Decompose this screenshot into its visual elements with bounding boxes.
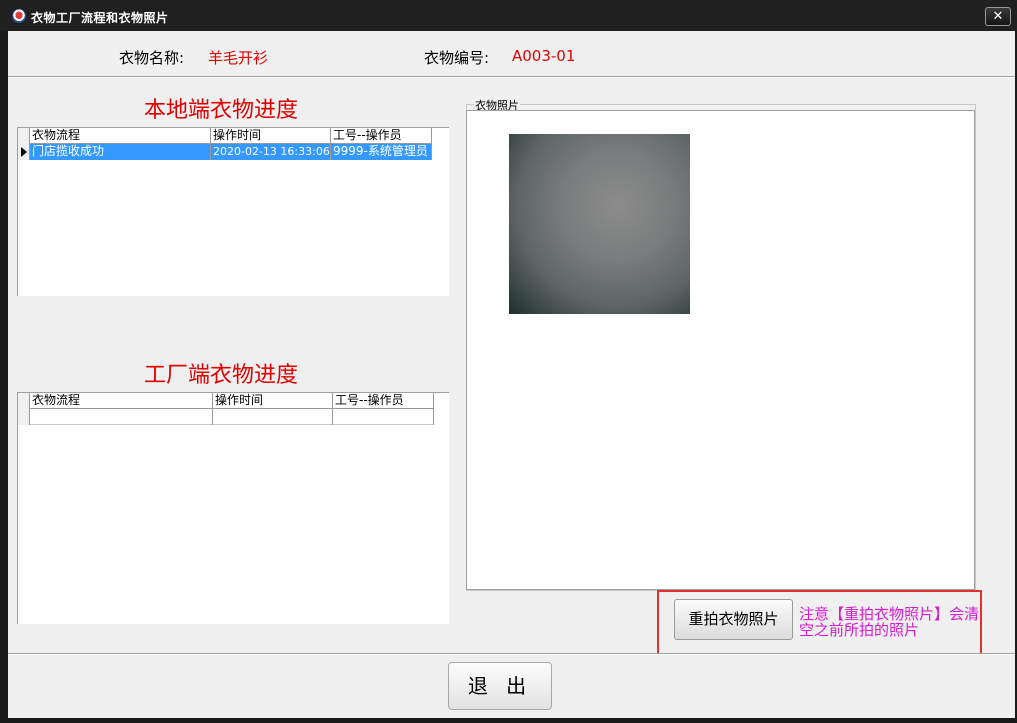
close-icon: ✕ xyxy=(992,9,1004,24)
clothing-name-label: 衣物名称: xyxy=(119,49,185,67)
footer-divider xyxy=(8,653,1015,655)
row-pointer-icon xyxy=(21,147,27,157)
header-divider xyxy=(8,76,1015,78)
column-header-time[interactable]: 操作时间 xyxy=(213,393,333,409)
factory-progress-title: 工厂端衣物进度 xyxy=(144,363,299,388)
clothing-code-label: 衣物编号: xyxy=(424,49,490,67)
table-row[interactable] xyxy=(18,409,434,425)
close-button[interactable]: ✕ xyxy=(985,7,1011,26)
local-progress-table[interactable]: 衣物流程 操作时间 工号--操作员 门店揽收成功 2020-02-13 16:3… xyxy=(17,127,449,296)
column-header-operator[interactable]: 工号--操作员 xyxy=(331,128,432,144)
cell-process[interactable]: 门店揽收成功 xyxy=(30,144,211,160)
cell-time[interactable] xyxy=(213,409,333,425)
exit-button[interactable]: 退 出 xyxy=(448,662,552,710)
factory-progress-table[interactable]: 衣物流程 操作时间 工号--操作员 xyxy=(17,392,449,624)
dialog-body: 衣物名称: 羊毛开衫 衣物编号: A003-01 本地端衣物进度 衣物流程 操作… xyxy=(8,31,1015,718)
dialog-window: 衣物工厂流程和衣物照片 ✕ 衣物名称: 羊毛开衫 衣物编号: A003-01 本… xyxy=(0,0,1017,723)
column-header-process[interactable]: 衣物流程 xyxy=(30,128,211,144)
cell-time[interactable]: 2020-02-13 16:33:06 xyxy=(211,144,331,160)
clothing-photo[interactable] xyxy=(509,134,690,314)
local-progress-title: 本地端衣物进度 xyxy=(144,98,299,123)
photo-panel xyxy=(466,110,975,590)
clothing-code-value: A003-01 xyxy=(512,47,576,65)
column-header-time[interactable]: 操作时间 xyxy=(211,128,331,144)
title-bar[interactable]: 衣物工厂流程和衣物照片 ✕ xyxy=(0,0,1017,31)
column-header-operator[interactable]: 工号--操作员 xyxy=(333,393,434,409)
clothing-name-value: 羊毛开衫 xyxy=(208,49,269,67)
retake-warning-text: 注意【重拍衣物照片】会清空之前所拍的照片 xyxy=(799,605,980,639)
cell-process[interactable] xyxy=(30,409,213,425)
table-header: 衣物流程 操作时间 工号--操作员 xyxy=(18,393,434,409)
table-row[interactable]: 门店揽收成功 2020-02-13 16:33:06 9999-系统管理员 xyxy=(18,144,432,160)
cell-operator[interactable] xyxy=(333,409,434,425)
table-header: 衣物流程 操作时间 工号--操作员 xyxy=(18,128,432,144)
window-title: 衣物工厂流程和衣物照片 xyxy=(31,11,169,25)
app-logo-icon xyxy=(12,9,26,23)
cell-operator[interactable]: 9999-系统管理员 xyxy=(331,144,432,160)
column-header-process[interactable]: 衣物流程 xyxy=(30,393,213,409)
retake-photo-button[interactable]: 重拍衣物照片 xyxy=(674,599,793,640)
